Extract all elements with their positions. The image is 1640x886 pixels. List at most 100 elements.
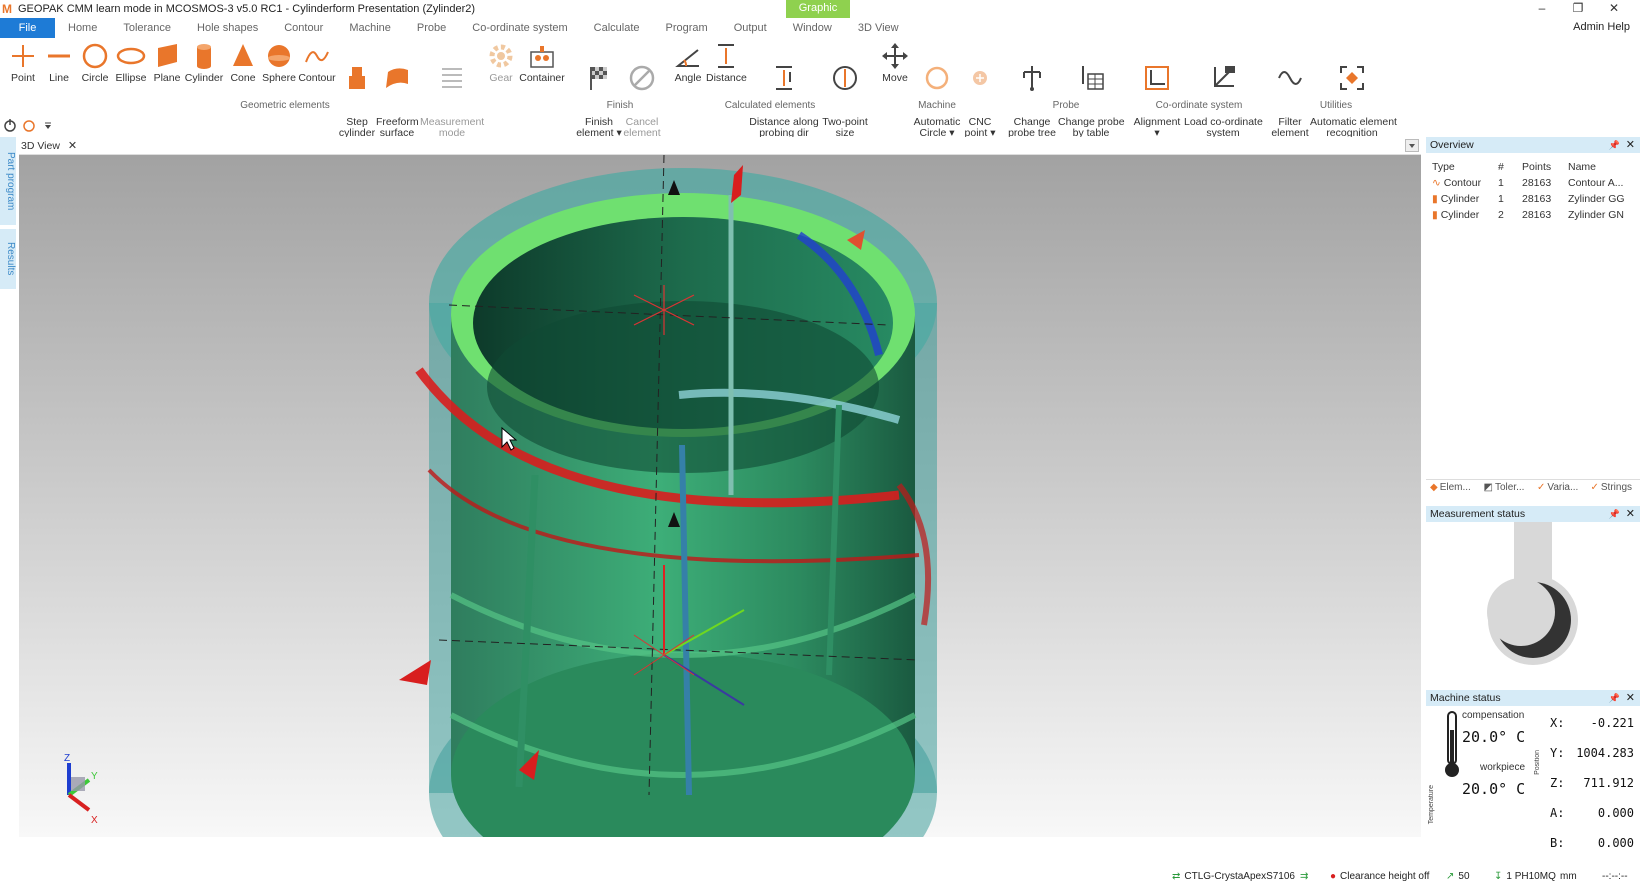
- tab-part-program[interactable]: Part program: [0, 137, 16, 225]
- x-value: -0.221: [1590, 716, 1634, 730]
- tab-coordinate-system[interactable]: Co-ordinate system: [459, 18, 580, 38]
- clearance-status[interactable]: ● Clearance height off: [1330, 871, 1429, 882]
- speed-status: ↗ 50: [1446, 871, 1470, 882]
- compensation-temp: 20.0° C: [1462, 728, 1526, 746]
- temperature-axis-label: Temperature: [1428, 785, 1435, 825]
- tab-3d-view-document[interactable]: 3D View ✕: [21, 139, 77, 153]
- pin-icon[interactable]: 📌: [1609, 690, 1620, 706]
- triad-y-label: Y: [91, 771, 98, 782]
- tab-program[interactable]: Program: [653, 18, 721, 38]
- table-row[interactable]: ▮ Cylinder 1 28163 Zylinder GG: [1432, 191, 1638, 207]
- angle-button[interactable]: Angle: [672, 42, 704, 84]
- col-points[interactable]: Points: [1522, 159, 1568, 175]
- overview-bottom-tabs: ◆ Elem... ◩ Toler... ✓ Varia... ✓ Strings: [1426, 479, 1640, 495]
- tab-calculate[interactable]: Calculate: [581, 18, 653, 38]
- tab-window[interactable]: Window: [780, 18, 845, 38]
- workpiece-label: workpiece: [1480, 762, 1526, 773]
- overview-header-row: Type # Points Name: [1432, 159, 1638, 175]
- row-type: Contour: [1443, 177, 1482, 189]
- angle-icon: [673, 42, 703, 70]
- two-point-size-icon: [830, 64, 860, 92]
- help-link[interactable]: Help: [1607, 21, 1630, 33]
- x-axis-label: X:: [1550, 716, 1565, 730]
- tab-machine[interactable]: Machine: [336, 18, 404, 38]
- tab-tolerance[interactable]: Tolerance: [110, 18, 184, 38]
- circle-label: Circle: [81, 72, 109, 84]
- tab-output[interactable]: Output: [721, 18, 780, 38]
- tab-3d-view[interactable]: 3D View: [845, 18, 912, 38]
- view-dropdown-icon[interactable]: [1405, 139, 1419, 152]
- machine-status-close-icon[interactable]: ✕: [1626, 690, 1635, 706]
- filter-element-label: Filter element: [1271, 116, 1309, 139]
- point-button[interactable]: Point: [6, 42, 40, 84]
- plug-status: ⇉: [1300, 871, 1308, 882]
- tab-tolerances-label: Toler...: [1494, 482, 1525, 493]
- speed-value: 50: [1458, 871, 1470, 882]
- 3d-canvas[interactable]: Z Y X: [19, 155, 1421, 837]
- tab-elements-label: Elem...: [1439, 482, 1471, 493]
- unit-status: mm: [1560, 871, 1577, 882]
- gear-button[interactable]: Gear: [486, 42, 516, 84]
- view-tab-label: 3D View: [21, 139, 60, 152]
- change-probe-by-table-label: Change probe by table: [1058, 116, 1125, 139]
- minimize-button[interactable]: –: [1524, 0, 1560, 18]
- tab-elements[interactable]: ◆ Elem...: [1426, 480, 1480, 495]
- measurement-status-close-icon[interactable]: ✕: [1626, 506, 1635, 522]
- row-num: 1: [1498, 193, 1504, 205]
- record-icon[interactable]: [23, 120, 35, 132]
- machine-connection-status: ⇄ CTLG-CrystaApexS7106: [1172, 871, 1295, 882]
- load-coordinate-system-icon: [1208, 64, 1238, 92]
- tab-tolerances[interactable]: ◩ Toler...: [1480, 480, 1534, 495]
- tab-file[interactable]: File: [0, 18, 55, 38]
- graphic-context-tab[interactable]: Graphic: [786, 0, 850, 18]
- close-window-button[interactable]: ✕: [1596, 0, 1632, 18]
- finish-element-label: Finish element ▾: [576, 116, 622, 139]
- tab-contour[interactable]: Contour: [271, 18, 336, 38]
- machine-status-title: Machine status: [1430, 692, 1501, 704]
- sphere-button[interactable]: Sphere: [260, 42, 298, 84]
- pin-icon[interactable]: 📌: [1609, 137, 1620, 153]
- tab-home[interactable]: Home: [55, 18, 110, 38]
- a-value: 0.000: [1597, 806, 1634, 820]
- tab-variables[interactable]: ✓ Varia...: [1533, 480, 1587, 495]
- cylinder-button[interactable]: Cylinder: [184, 42, 224, 84]
- row-name: Zylinder GG: [1568, 193, 1625, 205]
- col-name[interactable]: Name: [1568, 159, 1638, 175]
- clearance-dot-icon: ●: [1330, 871, 1337, 882]
- string-icon: ✓: [1590, 482, 1599, 493]
- axis-triad-icon: Z Y X: [64, 753, 98, 826]
- cnc-point-label: CNC point ▾: [964, 116, 996, 139]
- tab-results[interactable]: Results: [0, 229, 16, 289]
- contour-button[interactable]: Contour: [298, 42, 336, 84]
- tab-probe[interactable]: Probe: [404, 18, 459, 38]
- group-utilities: Utilities: [1319, 100, 1353, 111]
- pin-icon[interactable]: 📌: [1609, 506, 1620, 522]
- tab-strings[interactable]: ✓ Strings: [1587, 480, 1640, 495]
- move-button[interactable]: Move: [878, 42, 912, 84]
- overview-title: Overview: [1430, 139, 1474, 151]
- table-row[interactable]: ∿ Contour 1 28163 Contour A...: [1432, 175, 1638, 191]
- restore-button[interactable]: ❐: [1560, 0, 1596, 18]
- col-num[interactable]: #: [1498, 159, 1522, 175]
- line-button[interactable]: Line: [42, 42, 76, 84]
- admin-link[interactable]: Admin: [1573, 21, 1604, 33]
- speed-icon: ↗: [1446, 871, 1455, 882]
- circle-button[interactable]: Circle: [78, 42, 112, 84]
- probe-name: 1 PH10MQ: [1506, 871, 1556, 882]
- ellipse-button[interactable]: Ellipse: [112, 42, 150, 84]
- qat-dropdown-icon[interactable]: [45, 122, 51, 129]
- power-icon[interactable]: [4, 119, 16, 132]
- probe-table-icon: [1076, 64, 1106, 92]
- tab-hole-shapes[interactable]: Hole shapes: [184, 18, 271, 38]
- cone-button[interactable]: Cone: [226, 42, 260, 84]
- overview-close-icon[interactable]: ✕: [1626, 137, 1635, 153]
- col-type[interactable]: Type: [1432, 159, 1498, 175]
- table-row[interactable]: ▮ Cylinder 2 28163 Zylinder GN: [1432, 207, 1638, 223]
- view-tab-close-icon[interactable]: ✕: [68, 139, 77, 152]
- plane-button[interactable]: Plane: [150, 42, 184, 84]
- probe-status: ↧ 1 PH10MQ: [1494, 871, 1556, 882]
- distance-button[interactable]: Distance: [706, 42, 747, 84]
- window-title: GEOPAK CMM learn mode in MCOSMOS-3 v5.0 …: [18, 3, 476, 15]
- container-button[interactable]: Container: [518, 42, 566, 84]
- group-geometric-elements: Geometric elements: [240, 100, 330, 111]
